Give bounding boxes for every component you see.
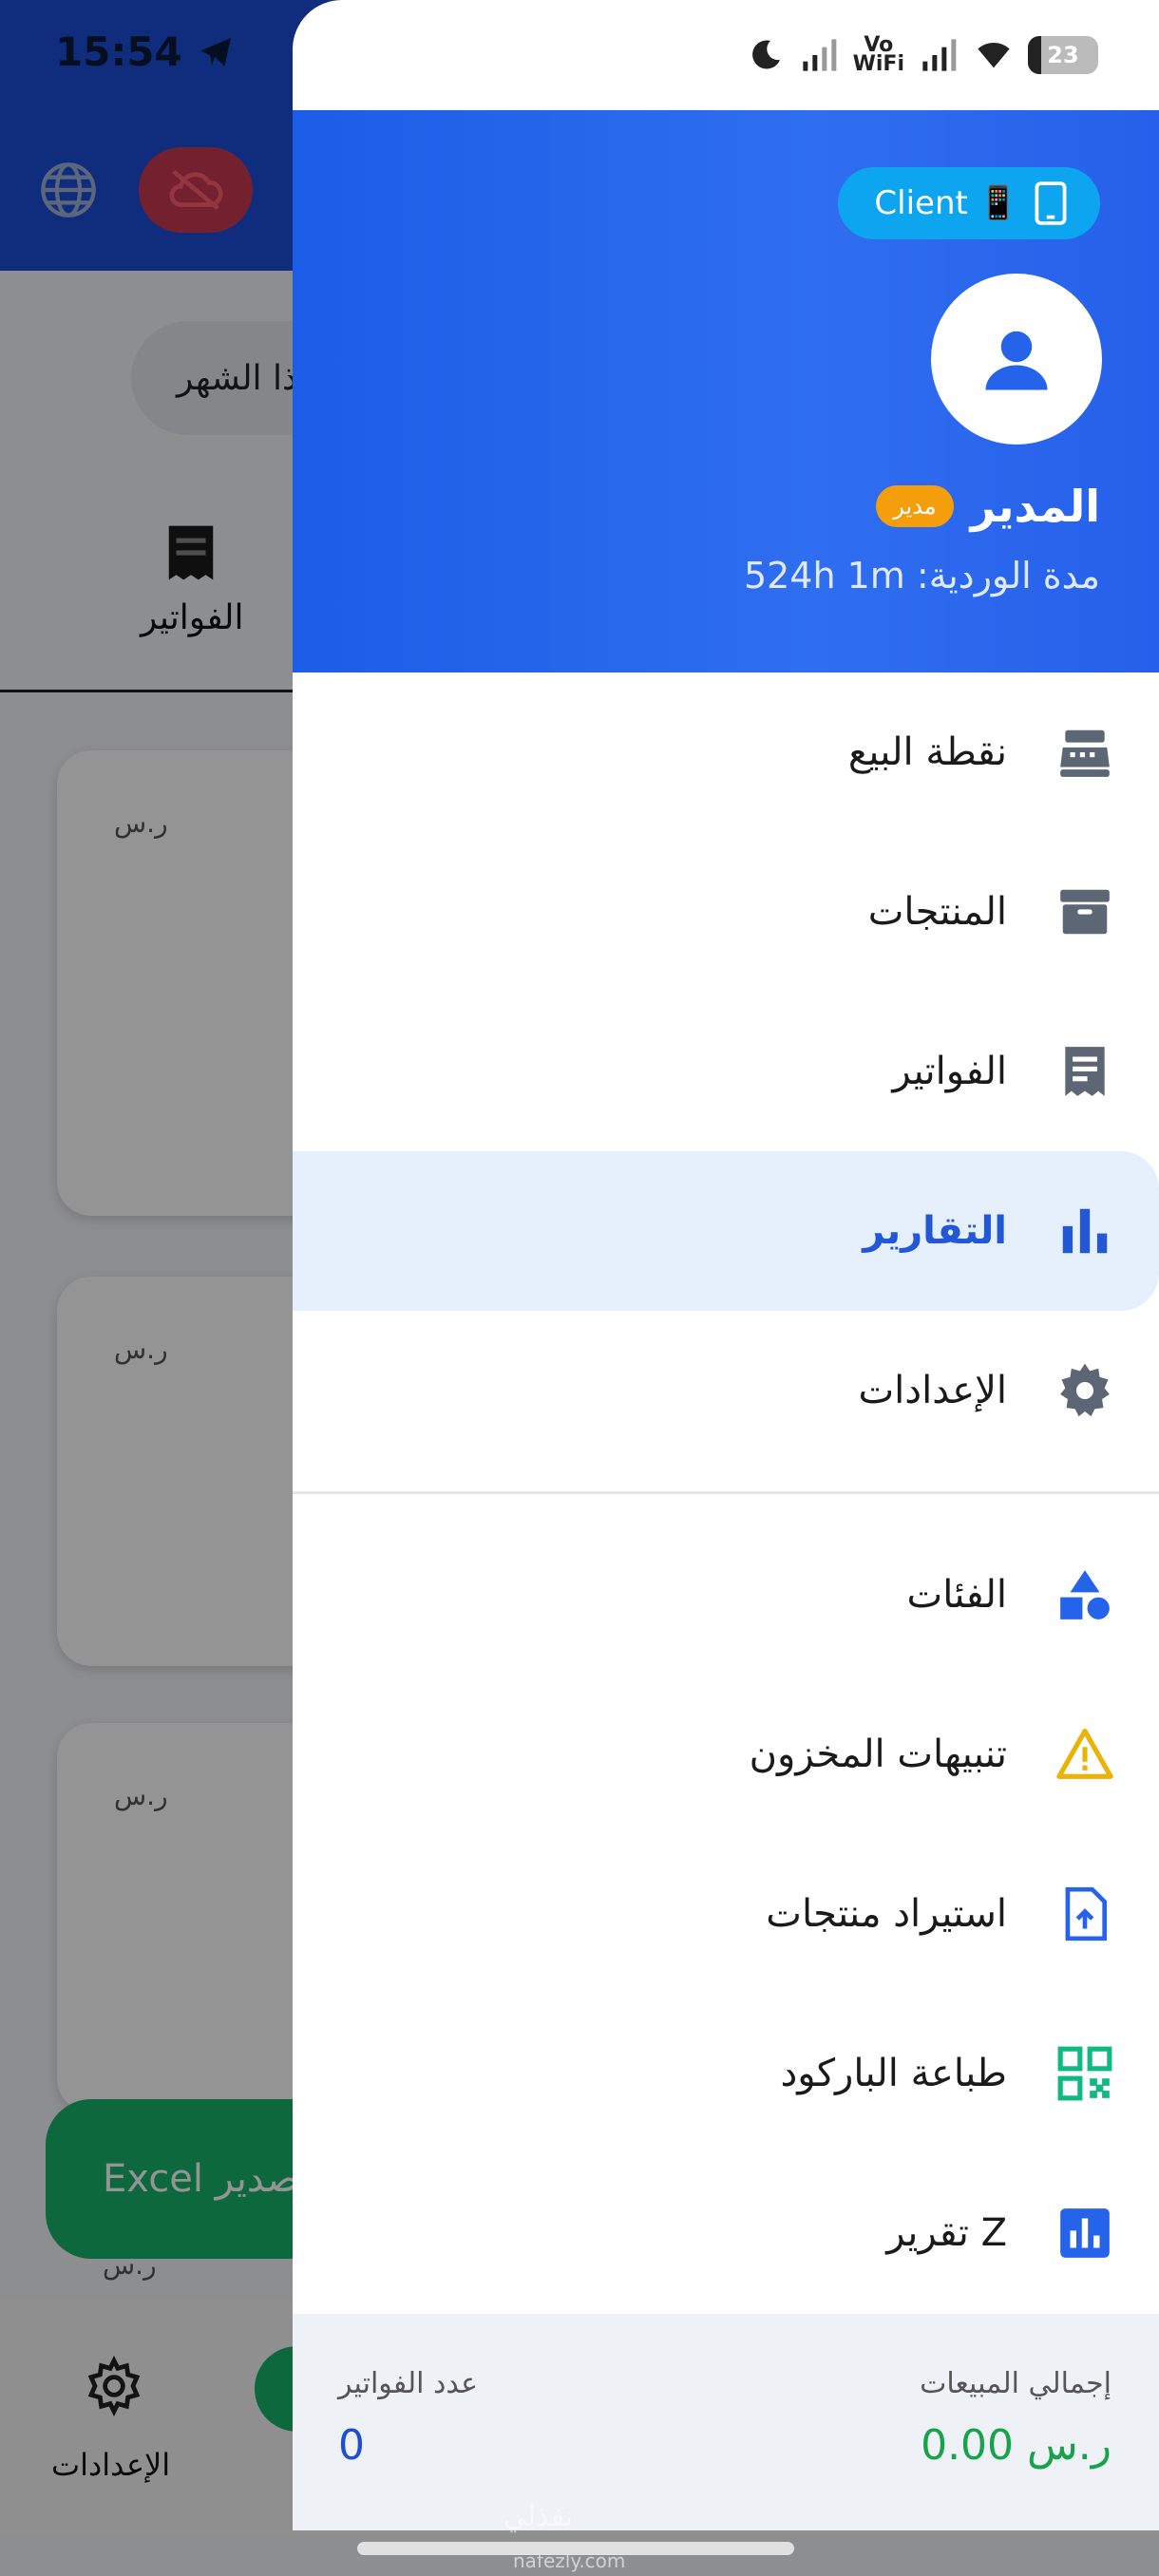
bar-chart-icon <box>1054 1201 1115 1261</box>
menu-item-label: تقرير Z <box>886 2211 1007 2255</box>
watermark: نفذلي <box>504 2500 574 2533</box>
gear-icon <box>1054 1360 1115 1421</box>
signal-icon <box>922 39 957 71</box>
battery-indicator: 23 <box>1028 36 1098 74</box>
menu-item-label: تنبيهات المخزون <box>749 1733 1007 1776</box>
menu-item-label: نقطة البيع <box>847 730 1007 774</box>
menu-item-label: طباعة الباركود <box>780 2052 1007 2095</box>
menu-divider <box>293 1491 1159 1494</box>
moon-icon <box>751 40 780 69</box>
status-bar: Vo WiFi 23 <box>293 0 1159 110</box>
drawer-menu: نقطة البيع المنتجات الفواتير التقارير ال… <box>293 672 1159 2313</box>
menu-item-pos[interactable]: نقطة البيع <box>293 672 1159 832</box>
menu-item-label: الإعدادات <box>858 1369 1007 1412</box>
menu-item-stock-alerts[interactable]: تنبيهات المخزون <box>293 1675 1159 1834</box>
menu-item-categories[interactable]: الفئات <box>293 1515 1159 1675</box>
z-report-icon <box>1054 2203 1115 2263</box>
warning-icon <box>1054 1724 1115 1785</box>
home-indicator[interactable] <box>357 2542 794 2555</box>
tablet-icon <box>1035 181 1067 225</box>
invoice-count: عدد الفواتير 0 <box>338 2367 478 2470</box>
person-icon <box>985 331 1048 390</box>
drawer-header: Client 📱 المدير مدير مدة الوردية: 524h 1… <box>293 110 1159 672</box>
shapes-icon <box>1054 1564 1115 1625</box>
avatar <box>931 274 1102 445</box>
menu-item-label: الفواتير <box>892 1050 1007 1093</box>
menu-item-label: المنتجات <box>867 890 1007 934</box>
menu-item-import-products[interactable]: استيراد منتجات <box>293 1834 1159 1994</box>
cash-register-icon <box>1054 722 1115 783</box>
archive-box-icon <box>1054 881 1115 942</box>
total-sales-label: إجمالي المبيعات <box>920 2367 1112 2400</box>
menu-item-settings[interactable]: الإعدادات <box>293 1311 1159 1470</box>
menu-item-reports[interactable]: التقارير <box>293 1151 1159 1311</box>
menu-item-label: التقارير <box>863 1209 1007 1253</box>
total-sales: إجمالي المبيعات 0.00 ر.س <box>920 2367 1112 2470</box>
qr-code-icon <box>1054 2043 1115 2104</box>
menu-item-invoices[interactable]: الفواتير <box>293 992 1159 1151</box>
menu-item-label: استيراد منتجات <box>766 1892 1007 1936</box>
signal-icon <box>802 39 836 71</box>
client-chip[interactable]: Client 📱 <box>838 167 1100 239</box>
receipt-icon <box>1054 1041 1115 1102</box>
battery-level: 23 <box>1047 42 1079 68</box>
user-row: المدير مدير <box>876 481 1100 532</box>
shift-duration: مدة الوردية: 524h 1m <box>743 555 1100 597</box>
client-chip-label: Client 📱 <box>874 184 1018 222</box>
navigation-drawer: Vo WiFi 23 Client 📱 المدير مدير مدة الور… <box>293 0 1159 2530</box>
invoice-count-value: 0 <box>338 2421 365 2470</box>
menu-item-label: الفئات <box>906 1573 1007 1617</box>
menu-item-products[interactable]: المنتجات <box>293 832 1159 992</box>
menu-item-z-report[interactable]: تقرير Z <box>293 2153 1159 2313</box>
vowifi-indicator: Vo WiFi <box>852 33 904 76</box>
total-sales-value: 0.00 ر.س <box>921 2421 1112 2470</box>
menu-item-print-barcode[interactable]: طباعة الباركود <box>293 1994 1159 2153</box>
file-upload-icon <box>1054 1884 1115 1944</box>
invoice-count-label: عدد الفواتير <box>338 2367 478 2400</box>
user-name: المدير <box>970 481 1100 532</box>
role-badge: مدير <box>876 485 954 527</box>
sales-summary: إجمالي المبيعات 0.00 ر.س عدد الفواتير 0 <box>293 2314 1159 2530</box>
wifi-icon <box>978 42 1010 68</box>
